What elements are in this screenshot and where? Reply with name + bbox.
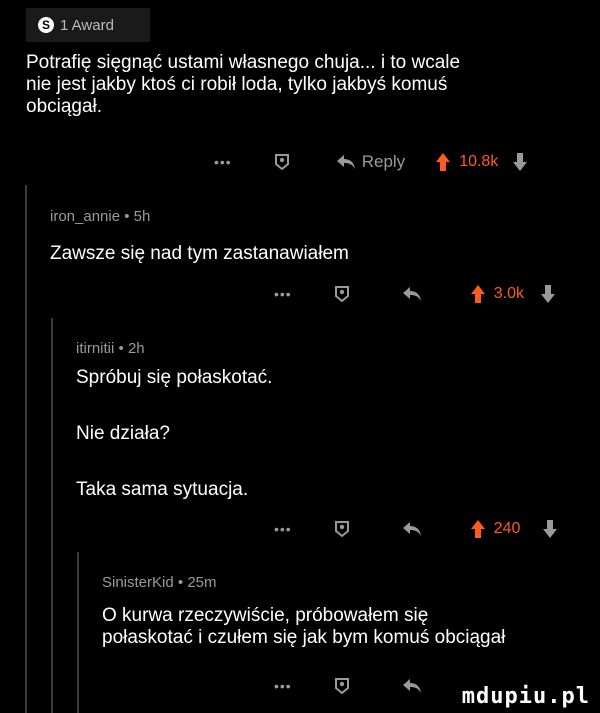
- vote-score: 10.8k: [459, 153, 499, 170]
- upvote-icon[interactable]: [470, 519, 486, 539]
- vote-score: 240: [493, 520, 521, 537]
- comment-body: O kurwa rzeczywiście, próbowałem się poł…: [102, 605, 506, 648]
- thread-line[interactable]: [25, 185, 27, 713]
- comment-actions: ••• Reply 10.8k: [214, 150, 528, 174]
- author-name[interactable]: SinisterKid: [102, 574, 174, 591]
- award-icon[interactable]: [272, 152, 292, 172]
- thread-line[interactable]: [77, 552, 79, 713]
- author-name[interactable]: itirnitii: [76, 340, 114, 357]
- more-options-icon[interactable]: •••: [274, 286, 292, 302]
- meta-separator: •: [118, 340, 124, 357]
- comment-actions: •••: [274, 674, 422, 698]
- upvote-icon[interactable]: [470, 284, 486, 304]
- downvote-icon[interactable]: [540, 284, 556, 304]
- more-options-icon[interactable]: •••: [214, 154, 232, 170]
- comment-body: Zawsze się nad tym zastanawiałem: [50, 243, 349, 264]
- reply-icon[interactable]: [402, 286, 422, 302]
- author-name[interactable]: iron_annie: [50, 208, 120, 225]
- award-icon[interactable]: [332, 676, 352, 696]
- comment-meta: itirnitii • 2h: [76, 340, 145, 357]
- comment-time: 2h: [127, 340, 145, 357]
- comment-body-line: Nie działa?: [76, 423, 170, 444]
- downvote-icon[interactable]: [542, 519, 558, 539]
- more-options-icon[interactable]: •••: [274, 678, 292, 694]
- comment-body: Potrafię sięgnąć ustami własnego chuja..…: [26, 52, 461, 117]
- more-options-icon[interactable]: •••: [274, 521, 292, 537]
- comment-actions: ••• 3.0k: [274, 282, 556, 306]
- meta-separator: •: [124, 208, 130, 225]
- reply-icon[interactable]: [402, 678, 422, 694]
- reply-icon[interactable]: [336, 154, 356, 170]
- comment-body-line: Taka sama sytuacja.: [76, 479, 249, 500]
- award-badge[interactable]: S 1 Award: [26, 8, 150, 42]
- comment-body-line: Spróbuj się połaskotać.: [76, 367, 273, 388]
- award-icon[interactable]: [332, 519, 352, 539]
- downvote-icon[interactable]: [512, 152, 528, 172]
- comment-meta: SinisterKid • 25m: [102, 574, 217, 591]
- thread-line[interactable]: [51, 318, 53, 713]
- comment-actions: ••• 240: [274, 517, 558, 541]
- meta-separator: •: [177, 574, 184, 591]
- award-icon[interactable]: [332, 284, 352, 304]
- reply-button[interactable]: Reply: [362, 152, 405, 172]
- comment-time: 25m: [187, 574, 217, 591]
- upvote-icon[interactable]: [435, 152, 451, 172]
- reply-icon[interactable]: [402, 521, 422, 537]
- comment-meta: iron_annie • 5h: [50, 208, 150, 225]
- vote-score: 3.0k: [493, 285, 524, 302]
- comment-time: 5h: [133, 208, 151, 225]
- site-watermark: mdupiu.pl: [461, 684, 590, 709]
- award-label: 1 Award: [60, 16, 114, 34]
- award-icon: S: [38, 17, 54, 33]
